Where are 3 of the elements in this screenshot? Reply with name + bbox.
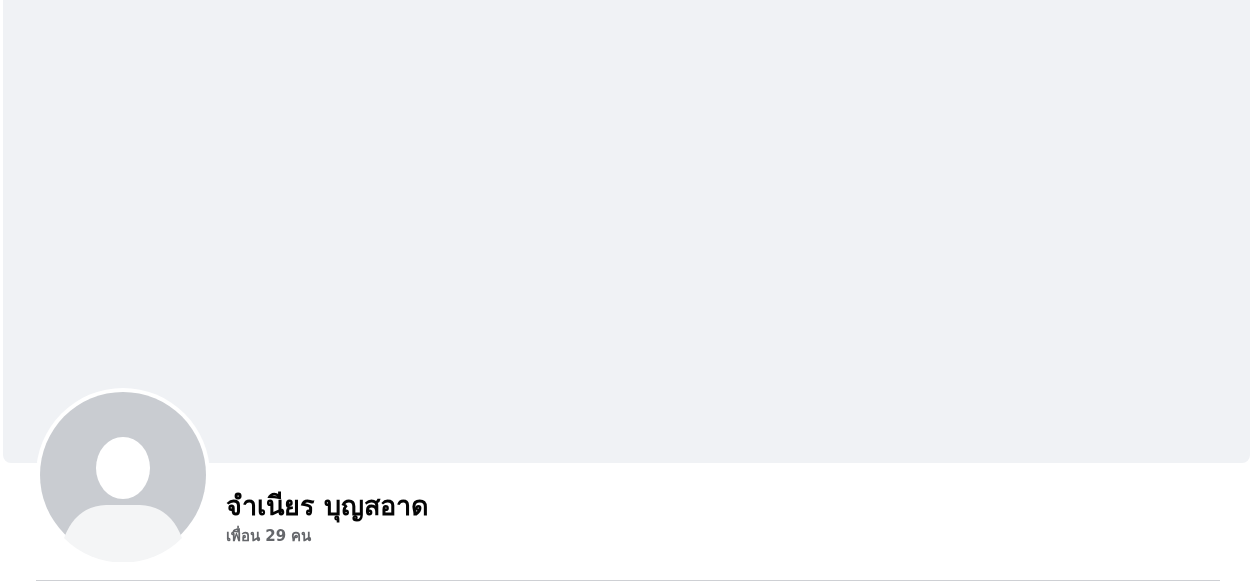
- avatar-icon[interactable]: [36, 388, 210, 562]
- profile-name: จำเนียร บุญสอาด: [226, 489, 430, 525]
- friend-count[interactable]: เพื่อน 29 คน: [226, 526, 430, 546]
